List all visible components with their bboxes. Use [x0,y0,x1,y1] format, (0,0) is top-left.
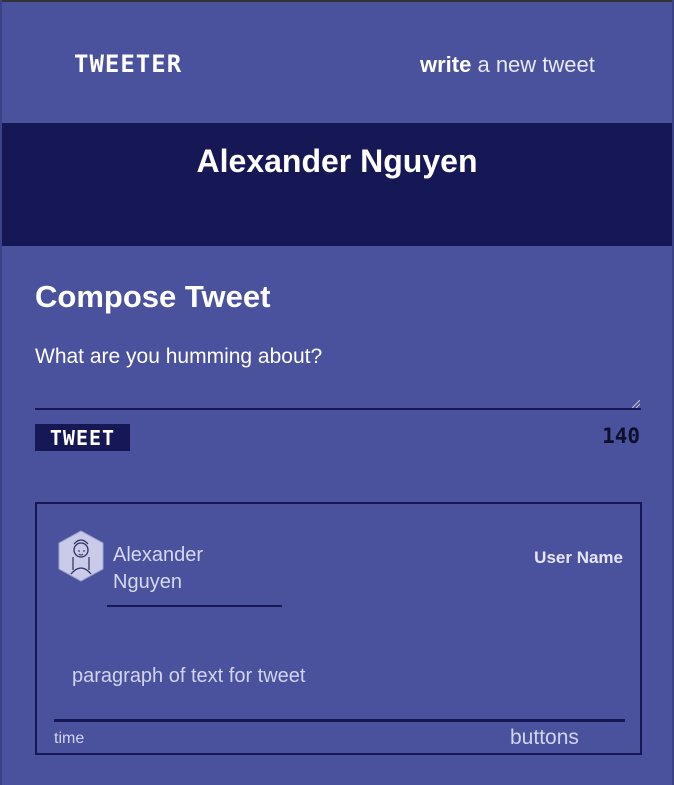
author-name-underline [107,605,282,607]
person-avatar-icon [58,530,104,582]
tweet-buttons[interactable]: buttons [510,726,579,750]
tweet-footer-divider [54,719,625,722]
profile-name: Alexander Nguyen [196,143,478,179]
textarea-resize-handle[interactable] [632,400,640,408]
character-counter: 140 [602,424,640,448]
tweet-card: Alexander Nguyen User Name paragraph of … [35,502,642,755]
profile-header: Alexander Nguyen [2,123,672,246]
tweet-time: time [54,730,85,747]
tweet-handle: User Name [534,548,623,567]
write-new-tweet-link[interactable]: write a new tweet [420,52,595,78]
tweet-button[interactable]: TWEET [35,424,130,451]
compose-title: Compose Tweet [35,279,271,314]
write-link-rest: a new tweet [471,52,595,77]
top-nav: TWEETER write a new tweet [0,2,674,123]
brand-logo[interactable]: TWEETER [74,50,182,78]
tweet-body-text: paragraph of text for tweet [72,665,306,687]
tweet-author-name: Alexander Nguyen [113,544,204,593]
write-link-bold: write [420,52,472,77]
compose-textarea[interactable] [35,345,641,410]
